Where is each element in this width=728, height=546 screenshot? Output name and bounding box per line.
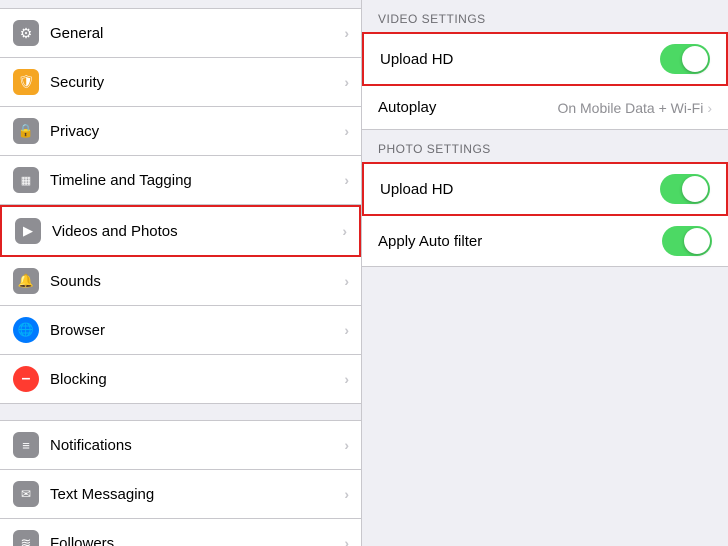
chevron-icon: › bbox=[344, 123, 349, 139]
timeline-icon: ▦ bbox=[12, 166, 40, 194]
sidebar-label-blocking: Blocking bbox=[50, 371, 344, 388]
browser-icon: 🌐 bbox=[12, 316, 40, 344]
sounds-icon: 🔔 bbox=[12, 267, 40, 295]
apply-auto-filter-toggle[interactable] bbox=[662, 226, 712, 256]
chevron-icon: › bbox=[344, 172, 349, 188]
sidebar-group-1: ⚙ General › 🛡 Security › 🔒 Privacy › ▦ T… bbox=[0, 8, 361, 404]
sidebar-label-text-messaging: Text Messaging bbox=[50, 486, 344, 503]
sidebar-label-privacy: Privacy bbox=[50, 123, 344, 140]
sidebar-label-browser: Browser bbox=[50, 322, 344, 339]
autoplay-label: Autoplay bbox=[378, 99, 557, 116]
followers-icon: ≋ bbox=[12, 529, 40, 546]
sidebar-item-sounds[interactable]: 🔔 Sounds › bbox=[0, 257, 361, 306]
settings-sidebar: ⚙ General › 🛡 Security › 🔒 Privacy › ▦ T… bbox=[0, 0, 362, 546]
sidebar-label-videos: Videos and Photos bbox=[52, 223, 342, 240]
block-icon: – bbox=[12, 365, 40, 393]
sidebar-item-browser[interactable]: 🌐 Browser › bbox=[0, 306, 361, 355]
sidebar-item-notifications[interactable]: ≡ Notifications › bbox=[0, 420, 361, 470]
video-upload-hd-row[interactable]: Upload HD bbox=[362, 32, 728, 86]
chevron-icon: › bbox=[344, 74, 349, 90]
sidebar-label-security: Security bbox=[50, 74, 344, 91]
apply-auto-filter-label: Apply Auto filter bbox=[378, 233, 662, 250]
photo-upload-hd-toggle[interactable] bbox=[660, 174, 710, 204]
gear-icon: ⚙ bbox=[12, 19, 40, 47]
sidebar-label-sounds: Sounds bbox=[50, 273, 344, 290]
sidebar-item-security[interactable]: 🛡 Security › bbox=[0, 58, 361, 107]
photo-settings-section: PHOTO SETTINGS Upload HD Apply Auto filt… bbox=[362, 130, 728, 267]
video-settings-header: VIDEO SETTINGS bbox=[362, 0, 728, 32]
sidebar-item-blocking[interactable]: – Blocking › bbox=[0, 355, 361, 404]
sidebar-item-videos[interactable]: ▶ Videos and Photos › bbox=[0, 205, 361, 257]
notif-icon: ≡ bbox=[12, 431, 40, 459]
video-settings-section: VIDEO SETTINGS Upload HD Autoplay On Mob… bbox=[362, 0, 728, 130]
chevron-icon: › bbox=[344, 371, 349, 387]
sidebar-group-2: ≡ Notifications › ✉ Text Messaging › ≋ F… bbox=[0, 420, 361, 546]
sidebar-label-notifications: Notifications bbox=[50, 437, 344, 454]
photo-upload-hd-row[interactable]: Upload HD bbox=[362, 162, 728, 216]
sidebar-item-privacy[interactable]: 🔒 Privacy › bbox=[0, 107, 361, 156]
photo-settings-header: PHOTO SETTINGS bbox=[362, 130, 728, 162]
photo-upload-hd-label: Upload HD bbox=[380, 181, 660, 198]
video-upload-hd-toggle[interactable] bbox=[660, 44, 710, 74]
chevron-icon: › bbox=[344, 273, 349, 289]
chevron-icon: › bbox=[344, 25, 349, 41]
sidebar-label-general: General bbox=[50, 25, 344, 42]
autoplay-chevron-icon: › bbox=[707, 100, 712, 116]
chevron-icon: › bbox=[344, 322, 349, 338]
autoplay-value: On Mobile Data + Wi-Fi bbox=[557, 100, 703, 116]
sms-icon: ✉ bbox=[12, 480, 40, 508]
autoplay-row[interactable]: Autoplay On Mobile Data + Wi-Fi › bbox=[362, 86, 728, 130]
sidebar-label-followers: Followers bbox=[50, 535, 344, 546]
sidebar-item-timeline[interactable]: ▦ Timeline and Tagging › bbox=[0, 156, 361, 205]
apply-auto-filter-row[interactable]: Apply Auto filter bbox=[362, 216, 728, 267]
sidebar-item-followers[interactable]: ≋ Followers › bbox=[0, 519, 361, 546]
sidebar-item-general[interactable]: ⚙ General › bbox=[0, 8, 361, 58]
sidebar-label-timeline: Timeline and Tagging bbox=[50, 172, 344, 189]
shield-icon: 🛡 bbox=[12, 68, 40, 96]
sidebar-item-text-messaging[interactable]: ✉ Text Messaging › bbox=[0, 470, 361, 519]
group-divider-1 bbox=[0, 404, 361, 412]
chevron-icon: › bbox=[342, 223, 347, 239]
chevron-icon: › bbox=[344, 486, 349, 502]
lock-icon: 🔒 bbox=[12, 117, 40, 145]
settings-detail-panel: VIDEO SETTINGS Upload HD Autoplay On Mob… bbox=[362, 0, 728, 546]
video-upload-hd-label: Upload HD bbox=[380, 51, 660, 68]
video-icon: ▶ bbox=[14, 217, 42, 245]
chevron-icon: › bbox=[344, 437, 349, 453]
chevron-icon: › bbox=[344, 535, 349, 546]
